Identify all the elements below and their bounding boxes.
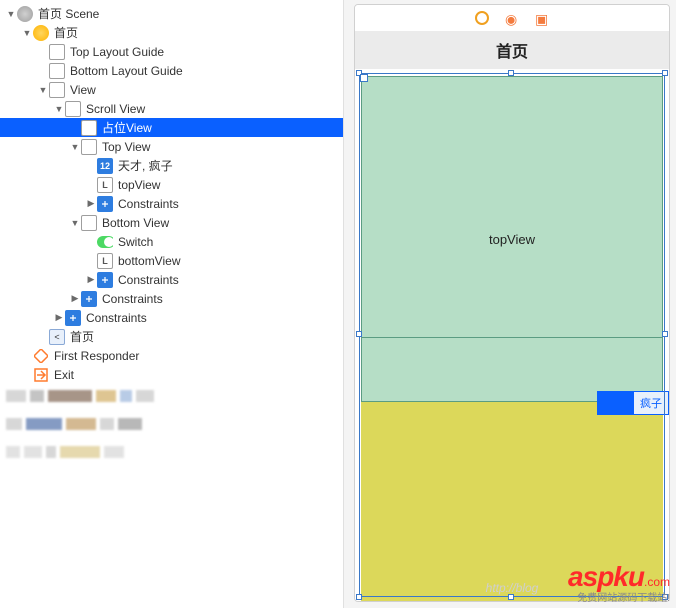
faint-watermark-url: http://blog	[486, 581, 539, 595]
canvas-panel[interactable]: ◉ ▣ 首页 topView bottomView 疯子	[344, 0, 676, 608]
rect-icon	[81, 215, 97, 231]
label-icon: L	[97, 253, 113, 269]
disclosure-triangle-icon[interactable]: ▶	[54, 312, 64, 323]
outline-row-label: Constraints	[84, 311, 147, 325]
outline-row-label: 占位View	[100, 119, 152, 136]
outline-row[interactable]: ▶LbottomView	[0, 251, 343, 270]
outline-row[interactable]: ▼ 首页 Scene	[0, 4, 343, 23]
switch-icon	[97, 234, 113, 250]
outline-row-label: Constraints	[116, 197, 179, 211]
outline-row-label: Bottom Layout Guide	[68, 64, 183, 78]
outline-panel[interactable]: ▼首页 Scene▼首页▶Top Layout Guide▶Bottom Lay…	[0, 0, 344, 608]
outline-row-label: Bottom View	[100, 216, 169, 230]
outline-row[interactable]: ▼ Scroll View	[0, 99, 343, 118]
outline-row[interactable]: ▶Switch	[0, 232, 343, 251]
rect-icon	[65, 101, 81, 117]
view-canvas[interactable]: topView bottomView 疯子	[355, 69, 669, 601]
outline-row[interactable]: ▼ Bottom View	[0, 213, 343, 232]
outline-row-label: 首页 Scene	[36, 5, 99, 22]
outline-row[interactable]: ▶12天才, 疯子	[0, 156, 343, 175]
outline-row-label: 首页	[68, 328, 94, 345]
disclosure-triangle-icon[interactable]: ▼	[70, 218, 80, 228]
device-frame: ◉ ▣ 首页 topView bottomView 疯子	[354, 4, 670, 602]
object-indicators: ◉ ▣	[355, 5, 669, 31]
rect-icon	[81, 120, 97, 136]
disclosure-triangle-icon[interactable]: ▼	[38, 85, 48, 95]
outline-row[interactable]: ▶ Constraints	[0, 289, 343, 308]
outline-row[interactable]: ▶占位View	[0, 118, 343, 137]
constraint-icon	[97, 272, 113, 288]
outline-row-label: First Responder	[52, 349, 139, 363]
outline-row-label: View	[68, 83, 96, 97]
outline-row[interactable]: ▶ Constraints	[0, 194, 343, 213]
constraint-icon	[65, 310, 81, 326]
outline-row[interactable]: ▶LtopView	[0, 175, 343, 194]
seg-icon: 12	[97, 158, 113, 174]
vc-icon	[33, 25, 49, 41]
watermark: aspku.com 免费网站源码下载站!	[568, 561, 670, 604]
first-responder-icon[interactable]: ◉	[505, 11, 519, 25]
disclosure-triangle-icon[interactable]: ▼	[54, 104, 64, 114]
outline-row-label: bottomView	[116, 254, 180, 268]
navigation-bar: 首页	[355, 31, 669, 69]
outline-row[interactable]: ▶<首页	[0, 327, 343, 346]
outline-row[interactable]: ▶ Constraints	[0, 308, 343, 327]
outline-row-label: Switch	[116, 235, 153, 249]
rect-icon	[81, 139, 97, 155]
outline-row-label: 首页	[52, 24, 78, 41]
outline-row-label: Scroll View	[84, 102, 145, 116]
vc-indicator-icon[interactable]	[475, 11, 489, 25]
outline-row-label: Constraints	[116, 273, 179, 287]
disclosure-triangle-icon[interactable]: ▶	[86, 274, 96, 285]
outline-row-label: Constraints	[100, 292, 163, 306]
exit-icon	[33, 367, 49, 383]
nav-title: 首页	[496, 38, 528, 62]
rect-icon	[49, 63, 65, 79]
outline-row[interactable]: ▶First Responder	[0, 346, 343, 365]
outline-row-label: topView	[116, 178, 160, 192]
scene-icon	[17, 6, 33, 22]
exit-indicator-icon[interactable]: ▣	[535, 11, 549, 25]
outline-row[interactable]: ▼ View	[0, 80, 343, 99]
outline-row[interactable]: ▼ 首页	[0, 23, 343, 42]
outline-row-label: Top View	[100, 140, 150, 154]
label-icon: L	[97, 177, 113, 193]
constraint-icon	[81, 291, 97, 307]
blurred-content	[0, 390, 343, 460]
outline-row[interactable]: ▶Bottom Layout Guide	[0, 61, 343, 80]
outline-row-label: Top Layout Guide	[68, 45, 164, 59]
constraint-icon	[97, 196, 113, 212]
outline-row-label: 天才, 疯子	[116, 157, 173, 174]
outline-row[interactable]: ▶Top Layout Guide	[0, 42, 343, 61]
disclosure-triangle-icon[interactable]: ▶	[70, 293, 80, 304]
disclosure-triangle-icon[interactable]: ▼	[70, 142, 80, 152]
rect-icon	[49, 44, 65, 60]
resp-icon	[33, 348, 49, 364]
outline-row[interactable]: ▶ Constraints	[0, 270, 343, 289]
disclosure-triangle-icon[interactable]: ▼	[22, 28, 32, 38]
disclosure-triangle-icon[interactable]: ▼	[6, 9, 16, 19]
selection-outline	[359, 73, 665, 597]
rect-icon	[49, 82, 65, 98]
outline-row-label: Exit	[52, 368, 74, 382]
nav-icon: <	[49, 329, 65, 345]
outline-row[interactable]: ▼ Top View	[0, 137, 343, 156]
disclosure-triangle-icon[interactable]: ▶	[86, 198, 96, 209]
outline-row[interactable]: ▶Exit	[0, 365, 343, 384]
